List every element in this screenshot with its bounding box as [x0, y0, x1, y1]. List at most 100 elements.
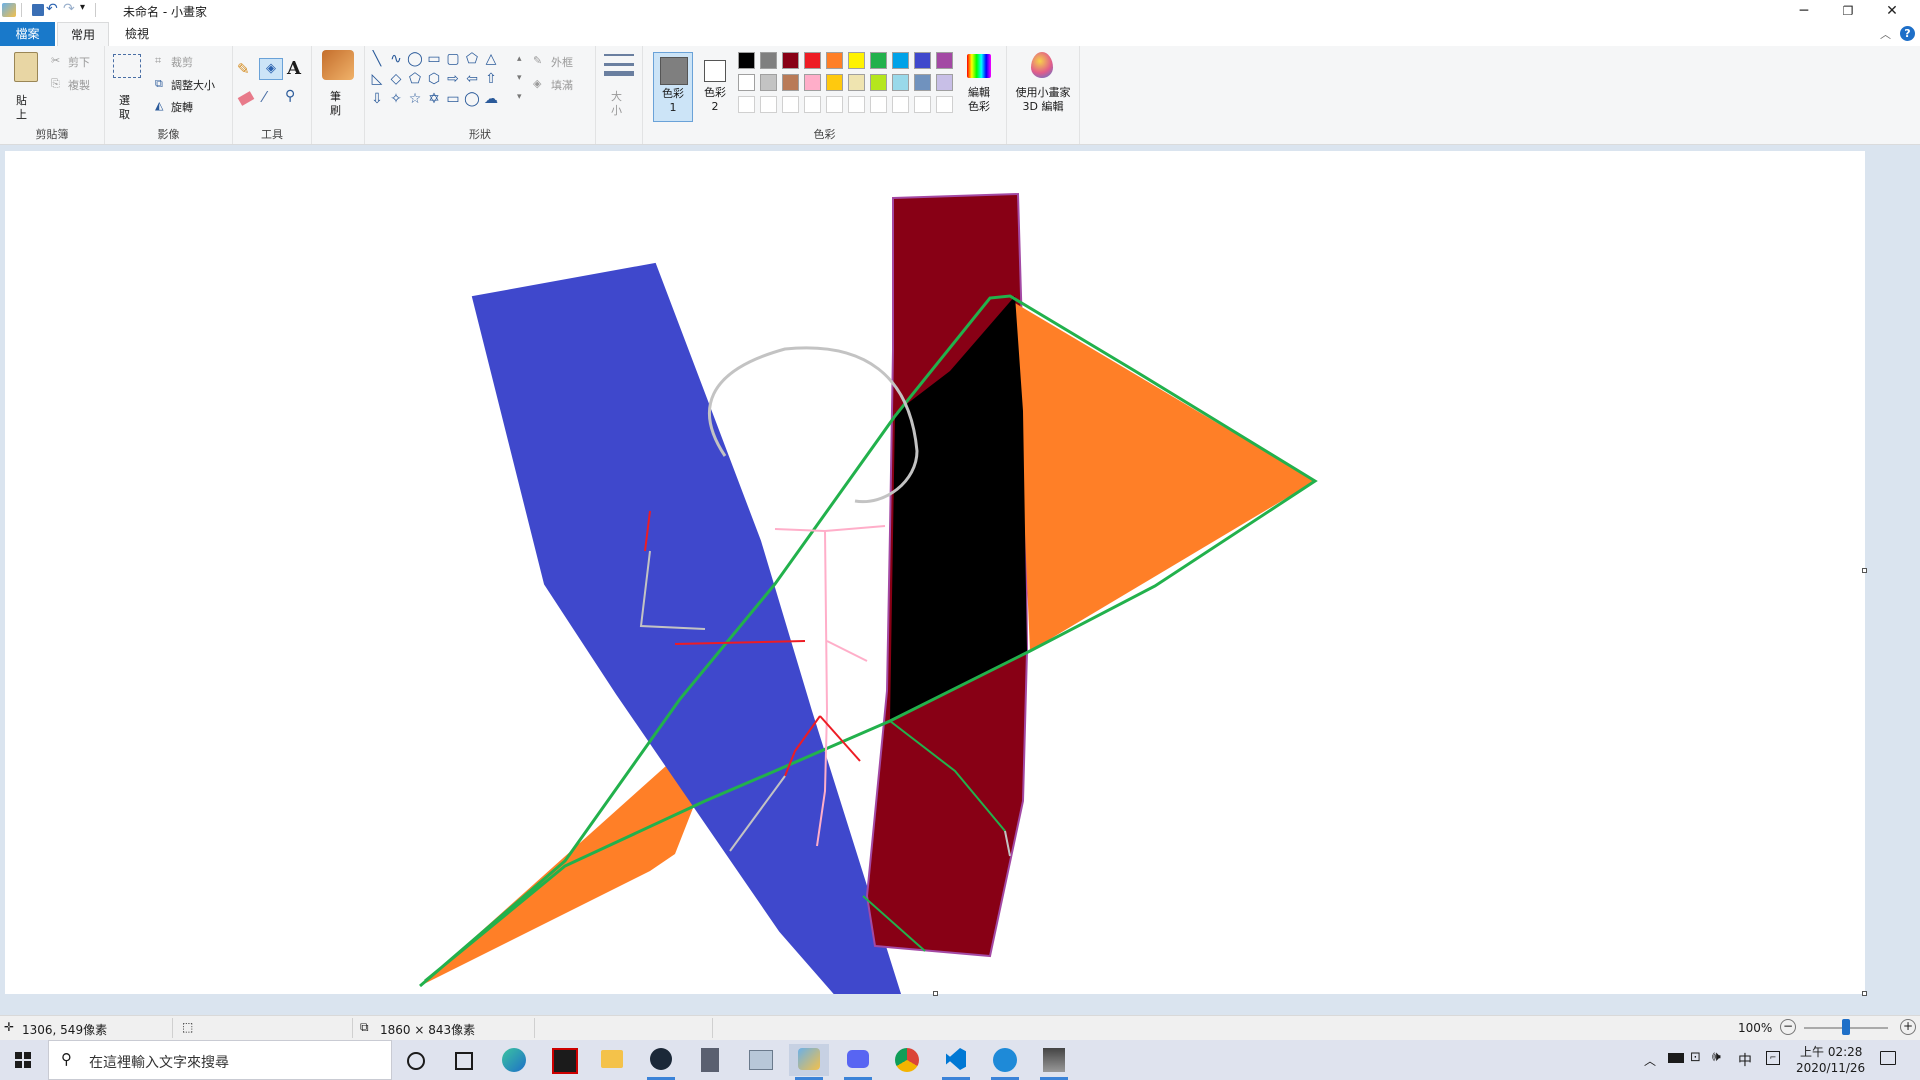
app-red-icon[interactable] — [543, 1044, 583, 1076]
cloud-callout-shape-icon[interactable]: ☁ — [483, 91, 499, 107]
paint-app-icon[interactable] — [2, 3, 16, 17]
palette-swatch[interactable] — [936, 74, 953, 91]
palette-swatch[interactable] — [738, 52, 755, 69]
palette-swatch[interactable] — [892, 74, 909, 91]
palette-swatch[interactable] — [870, 74, 887, 91]
clock-time[interactable]: 上午 02:28 — [1800, 1043, 1862, 1060]
oval-shape-icon[interactable]: ◯ — [407, 51, 423, 67]
pentagon-shape-icon[interactable]: ⬠ — [407, 71, 423, 87]
resize-handle-corner[interactable] — [1862, 991, 1867, 996]
text-icon[interactable]: A — [287, 58, 301, 79]
resize-button[interactable]: 調整大小 — [171, 77, 215, 93]
ime-mode-icon[interactable]: ⌐ — [1766, 1051, 1780, 1065]
input-method-indicator[interactable]: 中 — [1738, 1050, 1752, 1070]
customize-quick-access-icon[interactable]: ▾ — [80, 2, 85, 13]
palette-swatch[interactable] — [782, 52, 799, 69]
vscode-icon[interactable] — [936, 1044, 976, 1080]
palette-swatch[interactable] — [804, 74, 821, 91]
down-arrow-shape-icon[interactable]: ⇩ — [369, 91, 385, 107]
network-icon[interactable]: ⊡ — [1690, 1050, 1701, 1065]
palette-swatch[interactable] — [870, 52, 887, 69]
brushes-button[interactable]: 筆刷 — [330, 90, 346, 118]
line-shape-icon[interactable]: ╲ — [369, 51, 385, 67]
close-button[interactable]: ✕ — [1870, 0, 1914, 22]
palette-swatch[interactable] — [848, 96, 865, 113]
triangle-shape-icon[interactable]: △ — [483, 51, 499, 67]
palette-swatch[interactable] — [760, 74, 777, 91]
eraser-icon[interactable] — [237, 91, 255, 106]
outline-dropdown[interactable]: 外框 — [551, 54, 573, 70]
minimize-ribbon-icon[interactable]: ︿ — [1880, 26, 1891, 42]
steam-icon[interactable] — [641, 1044, 681, 1080]
zoom-out-button[interactable]: − — [1780, 1019, 1796, 1035]
fill-bucket-icon[interactable]: ◈ — [259, 58, 283, 80]
cut-button[interactable]: 剪下 — [68, 54, 90, 70]
crop-button[interactable]: 裁剪 — [171, 54, 193, 70]
color2-button[interactable]: 色彩 2 — [697, 52, 733, 120]
rounded-rectangle-shape-icon[interactable]: ▢ — [445, 51, 461, 67]
photos-icon[interactable] — [740, 1044, 780, 1076]
curve-shape-icon[interactable]: ∿ — [388, 51, 404, 67]
size-button[interactable]: 大小 — [611, 90, 627, 118]
resize-handle-bottom[interactable] — [933, 991, 938, 996]
restore-button[interactable]: ❐ — [1826, 0, 1870, 22]
save-icon[interactable] — [32, 4, 44, 16]
up-arrow-shape-icon[interactable]: ⇧ — [483, 71, 499, 87]
palette-swatch[interactable] — [782, 74, 799, 91]
redo-icon[interactable]: ↷ — [63, 1, 75, 17]
six-point-star-shape-icon[interactable]: ✡ — [426, 91, 442, 107]
battery-icon[interactable] — [1668, 1053, 1684, 1063]
palette-swatch[interactable] — [936, 96, 953, 113]
palette-swatch[interactable] — [892, 96, 909, 113]
palette-swatch[interactable] — [760, 96, 777, 113]
copy-button[interactable]: 複製 — [68, 77, 90, 93]
game-app-icon[interactable] — [1034, 1044, 1074, 1080]
paint3d-button[interactable]: 使用小畫家 3D 編輯 — [1011, 50, 1075, 126]
file-explorer-icon[interactable] — [592, 1044, 632, 1076]
rect-callout-shape-icon[interactable]: ▭ — [445, 91, 461, 107]
palette-swatch[interactable] — [914, 52, 931, 69]
zoom-slider-thumb[interactable] — [1842, 1019, 1850, 1035]
four-point-star-shape-icon[interactable]: ✧ — [388, 91, 404, 107]
diamond-shape-icon[interactable]: ◇ — [388, 71, 404, 87]
palette-swatch[interactable] — [760, 52, 777, 69]
color1-button[interactable]: 色彩 1 — [653, 52, 693, 122]
palette-swatch[interactable] — [826, 96, 843, 113]
paint-taskbar-icon[interactable] — [789, 1044, 829, 1080]
taskbar-search-box[interactable]: ⚲ 在這裡輸入文字來搜尋 — [48, 1040, 392, 1080]
cortana-icon[interactable] — [395, 1044, 435, 1076]
paste-button[interactable]: 貼上 — [8, 50, 44, 124]
palette-swatch[interactable] — [804, 52, 821, 69]
blue-app-icon[interactable] — [985, 1044, 1025, 1080]
zoom-in-button[interactable]: + — [1900, 1019, 1916, 1035]
fill-dropdown[interactable]: 填滿 — [551, 77, 573, 93]
select-button[interactable]: 選取 — [111, 50, 141, 124]
tab-file[interactable]: 檔案 — [0, 22, 55, 46]
right-triangle-shape-icon[interactable]: ◺ — [369, 71, 385, 87]
rotate-button[interactable]: 旋轉 — [171, 99, 193, 115]
palette-swatch[interactable] — [848, 52, 865, 69]
notification-center-icon[interactable] — [1880, 1051, 1896, 1065]
palette-swatch[interactable] — [914, 74, 931, 91]
tab-view[interactable]: 檢視 — [112, 22, 162, 46]
resize-handle-right[interactable] — [1862, 568, 1867, 573]
edit-colors-button[interactable]: 編輯色彩 — [959, 52, 999, 122]
chrome-icon[interactable] — [887, 1044, 927, 1076]
volume-icon[interactable]: 🕪 — [1712, 1049, 1721, 1065]
palette-swatch[interactable] — [892, 52, 909, 69]
polygon-shape-icon[interactable]: ⬠ — [464, 51, 480, 67]
palette-swatch[interactable] — [738, 96, 755, 113]
shapes-scroll-icon[interactable]: ▴ ▾ ▾ — [517, 50, 522, 107]
palette-swatch[interactable] — [936, 52, 953, 69]
oval-callout-shape-icon[interactable]: ◯ — [464, 91, 480, 107]
five-point-star-shape-icon[interactable]: ☆ — [407, 91, 423, 107]
task-view-icon[interactable] — [443, 1044, 483, 1076]
drawing-canvas[interactable] — [5, 151, 1867, 996]
discord-app-icon[interactable] — [838, 1044, 878, 1080]
clock-date[interactable]: 2020/11/26 — [1796, 1061, 1865, 1075]
start-button[interactable] — [0, 1040, 46, 1080]
tab-home[interactable]: 常用 — [57, 22, 109, 47]
calculator-icon[interactable] — [690, 1044, 730, 1076]
palette-swatch[interactable] — [782, 96, 799, 113]
help-icon[interactable]: ? — [1900, 26, 1915, 41]
